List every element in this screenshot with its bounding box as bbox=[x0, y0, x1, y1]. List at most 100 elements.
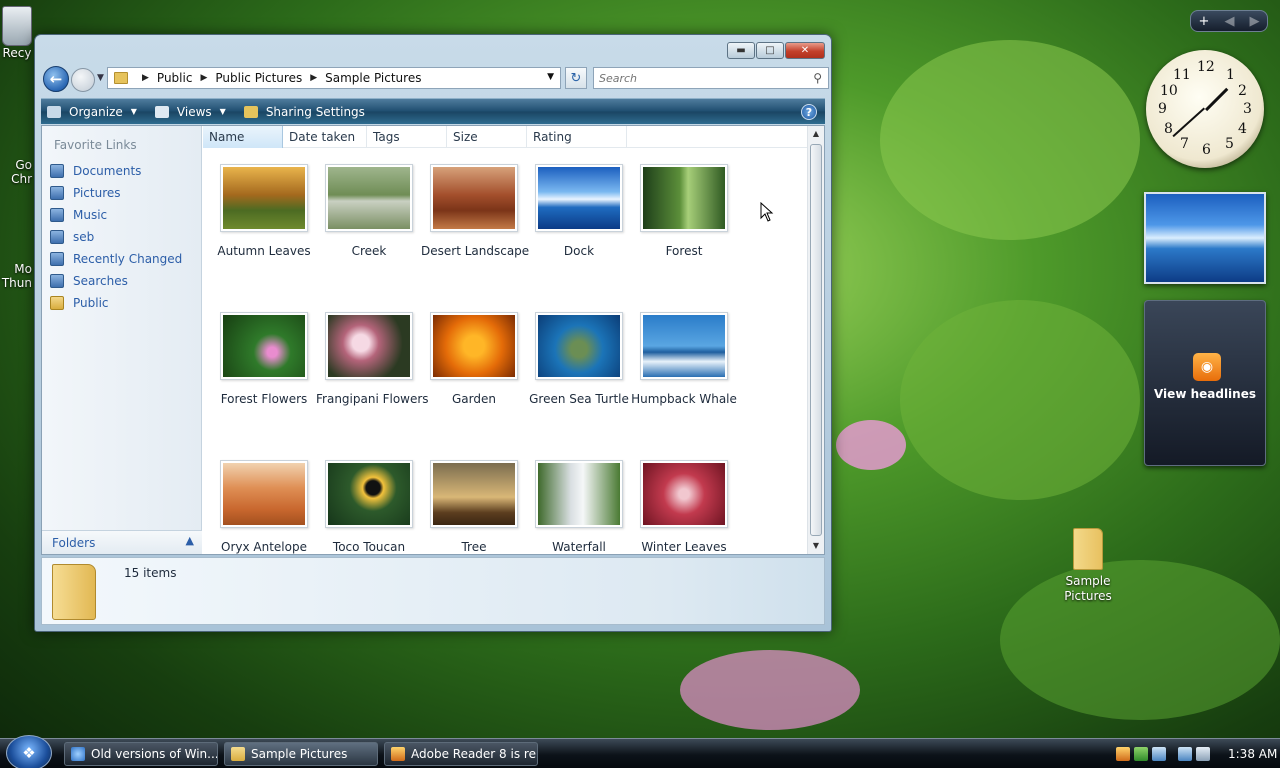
update-icon[interactable] bbox=[1134, 747, 1148, 761]
sharing-settings-button[interactable]: Sharing Settings bbox=[243, 105, 365, 119]
thunderbird-shortcut[interactable]: Mo Thun bbox=[0, 262, 34, 290]
taskbar-item-ie[interactable]: Old versions of Win... bbox=[64, 742, 218, 766]
chevron-up-icon: ▲ bbox=[185, 534, 194, 547]
security-alert-icon[interactable] bbox=[1116, 747, 1130, 761]
file-label: Dock bbox=[563, 244, 595, 258]
searches-icon bbox=[50, 274, 64, 288]
background-flower bbox=[836, 420, 906, 470]
scrollbar-thumb[interactable] bbox=[810, 144, 822, 536]
link-seb[interactable]: seb bbox=[50, 226, 201, 248]
file-item[interactable]: Toco Toucan bbox=[316, 460, 422, 554]
view-headlines-label[interactable]: View headlines bbox=[1145, 387, 1265, 401]
address-dropdown-icon[interactable]: ▼ bbox=[547, 72, 554, 82]
thumbnail bbox=[325, 460, 413, 528]
file-item[interactable]: Forest Flowers bbox=[211, 312, 317, 406]
breadcrumb-sample-pictures[interactable]: Sample Pictures bbox=[325, 71, 421, 85]
column-name[interactable]: Name bbox=[203, 126, 283, 148]
maximize-button[interactable]: □ bbox=[756, 42, 784, 59]
forward-button[interactable] bbox=[71, 68, 95, 92]
sample-pictures-desktop-folder[interactable]: Sample Pictures bbox=[1052, 528, 1124, 604]
search-box[interactable]: ⚲ bbox=[593, 67, 829, 89]
previous-icon[interactable]: ◀ bbox=[1224, 14, 1234, 29]
link-pictures[interactable]: Pictures bbox=[50, 182, 201, 204]
file-item[interactable]: Tree bbox=[421, 460, 527, 554]
slideshow-gadget[interactable] bbox=[1144, 192, 1266, 284]
file-item[interactable]: Green Sea Turtle bbox=[526, 312, 632, 406]
link-searches[interactable]: Searches bbox=[50, 270, 201, 292]
organize-button[interactable]: Organize ▼ bbox=[47, 105, 137, 119]
scroll-down-icon[interactable]: ▼ bbox=[808, 538, 824, 554]
column-tags[interactable]: Tags bbox=[367, 126, 447, 148]
link-music[interactable]: Music bbox=[50, 204, 201, 226]
recycle-bin-shortcut[interactable]: Recy bbox=[0, 0, 34, 61]
column-date-taken[interactable]: Date taken bbox=[283, 126, 367, 148]
link-documents[interactable]: Documents bbox=[50, 160, 201, 182]
taskbar-item-sample-pictures[interactable]: Sample Pictures bbox=[224, 742, 378, 766]
thumbnail bbox=[325, 164, 413, 232]
file-item[interactable]: Creek bbox=[316, 164, 422, 258]
close-button[interactable]: ✕ bbox=[785, 42, 825, 59]
breadcrumb-separator-icon: ▶ bbox=[142, 73, 149, 83]
file-item[interactable]: Autumn Leaves bbox=[211, 164, 317, 258]
clock-number: 6 bbox=[1202, 142, 1211, 158]
clock-time[interactable]: 1:38 AM bbox=[1228, 747, 1277, 761]
link-label: Searches bbox=[73, 274, 128, 288]
folder-label-2: Pictures bbox=[1064, 589, 1112, 603]
vertical-scrollbar[interactable]: ▲ ▼ bbox=[807, 126, 824, 554]
start-button[interactable]: ❖ bbox=[6, 735, 52, 768]
search-input[interactable] bbox=[599, 71, 804, 85]
file-item[interactable]: Desert Landscape bbox=[421, 164, 530, 258]
explorer-window: ▬ □ ✕ ← ▼ ▶ Public ▶ Public Pictures ▶ S… bbox=[34, 34, 832, 632]
add-gadget-icon[interactable]: + bbox=[1199, 14, 1210, 29]
chrome-label-2: Chr bbox=[11, 172, 32, 186]
scroll-up-icon[interactable]: ▲ bbox=[808, 126, 824, 142]
file-item[interactable]: Oryx Antelope bbox=[211, 460, 317, 554]
next-icon[interactable]: ▶ bbox=[1249, 14, 1259, 29]
details-pane: 15 items bbox=[41, 557, 825, 625]
link-recently-changed[interactable]: Recently Changed bbox=[50, 248, 201, 270]
file-item[interactable]: Forest bbox=[631, 164, 737, 258]
help-button[interactable]: ? bbox=[801, 104, 817, 120]
clock-gadget[interactable]: 12 1 2 3 4 5 6 7 8 9 10 11 bbox=[1146, 50, 1264, 168]
file-label: Winter Leaves bbox=[641, 540, 727, 554]
file-label: Desert Landscape bbox=[421, 244, 530, 258]
link-public[interactable]: Public bbox=[50, 292, 201, 314]
file-item[interactable]: Humpback Whale bbox=[631, 312, 737, 406]
clock-hour-hand bbox=[1205, 87, 1229, 112]
refresh-button[interactable]: ↻ bbox=[565, 67, 587, 89]
address-bar[interactable]: ▶ Public ▶ Public Pictures ▶ Sample Pict… bbox=[107, 67, 561, 89]
clock-number: 10 bbox=[1160, 83, 1178, 99]
column-size[interactable]: Size bbox=[447, 126, 527, 148]
file-label: Forest Flowers bbox=[220, 392, 308, 406]
back-button[interactable]: ← bbox=[43, 66, 69, 92]
network-icon[interactable] bbox=[1178, 747, 1192, 761]
folders-toggle[interactable]: Folders ▲ bbox=[42, 530, 202, 554]
clock-number: 3 bbox=[1243, 101, 1252, 117]
minimize-button[interactable]: ▬ bbox=[727, 42, 755, 59]
link-label: Documents bbox=[73, 164, 142, 178]
taskbar-item-adobe[interactable]: Adobe Reader 8 is re... bbox=[384, 742, 538, 766]
folder-icon bbox=[52, 564, 96, 620]
device-icon[interactable] bbox=[1152, 747, 1166, 761]
search-icon[interactable]: ⚲ bbox=[813, 71, 822, 85]
file-item[interactable]: Winter Leaves bbox=[631, 460, 737, 554]
column-rating[interactable]: Rating bbox=[527, 126, 627, 148]
views-button[interactable]: Views ▼ bbox=[154, 105, 226, 119]
file-label: Toco Toucan bbox=[332, 540, 406, 554]
sidebar-controls: + ◀ ▶ bbox=[1190, 10, 1268, 32]
file-label: Green Sea Turtle bbox=[529, 392, 629, 406]
file-item[interactable]: Waterfall bbox=[526, 460, 632, 554]
pictures-icon bbox=[50, 186, 64, 200]
file-item[interactable]: Garden bbox=[421, 312, 527, 406]
feed-headlines-gadget[interactable]: ◉ View headlines bbox=[1144, 300, 1266, 466]
chrome-shortcut[interactable]: Go Chr bbox=[0, 158, 34, 186]
volume-muted-icon[interactable] bbox=[1196, 747, 1210, 761]
file-label: Autumn Leaves bbox=[217, 244, 311, 258]
thumbnail bbox=[430, 460, 518, 528]
breadcrumb-public[interactable]: Public bbox=[157, 71, 193, 85]
file-item[interactable]: Frangipani Flowers bbox=[316, 312, 429, 406]
recently-changed-icon bbox=[50, 252, 64, 266]
file-item[interactable]: Dock bbox=[526, 164, 632, 258]
breadcrumb-public-pictures[interactable]: Public Pictures bbox=[215, 71, 302, 85]
recent-pages-dropdown[interactable]: ▼ bbox=[97, 73, 104, 83]
